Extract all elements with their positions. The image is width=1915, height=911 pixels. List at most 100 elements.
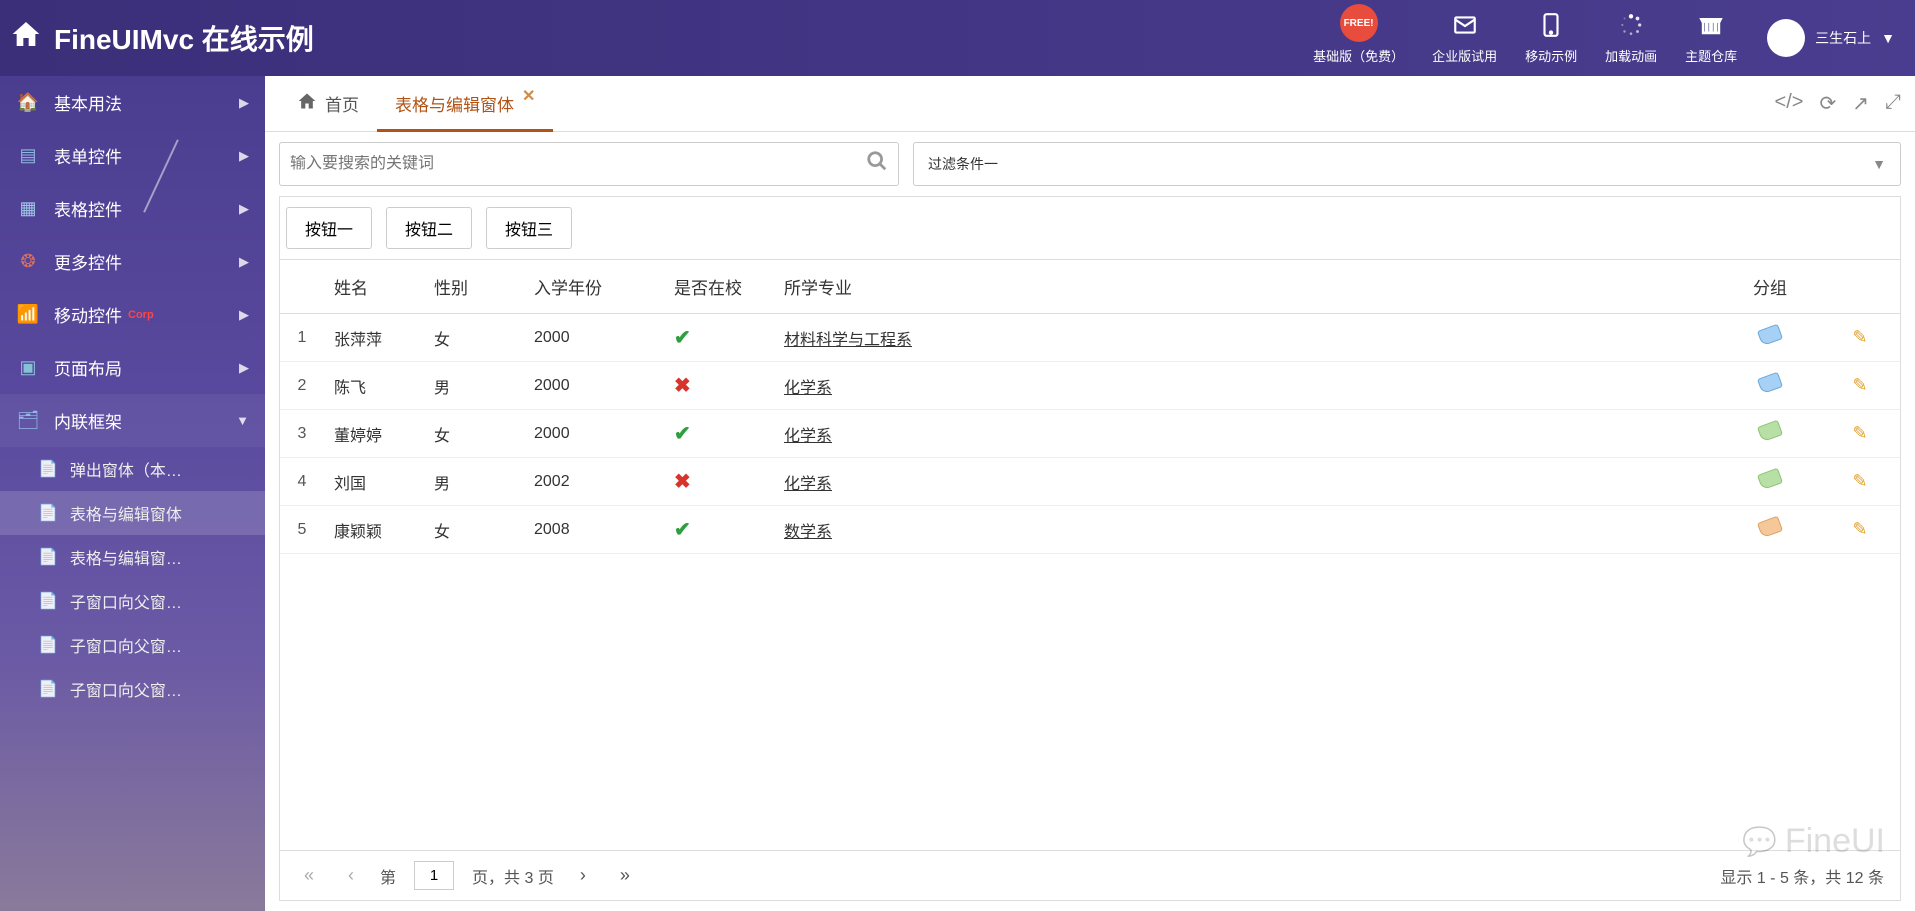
- col-group[interactable]: 分组: [1720, 260, 1820, 314]
- filter-dropdown[interactable]: 过滤条件一 ▼: [913, 142, 1901, 186]
- major-link[interactable]: 化学系: [784, 428, 832, 445]
- table-row[interactable]: 3董婷婷女2000✔化学系✎: [280, 410, 1900, 458]
- major-link[interactable]: 数学系: [784, 524, 832, 541]
- user-menu[interactable]: ☺ 三生石上 ▼: [1767, 19, 1895, 57]
- col-atschool[interactable]: 是否在校: [654, 260, 774, 314]
- cell-edit: ✎: [1820, 362, 1900, 410]
- nav-mobile-demo[interactable]: 移动示例: [1525, 10, 1577, 65]
- sidebar-item-more[interactable]: ❂ 更多控件 ▶: [0, 235, 265, 288]
- subitem-label: 子窗口向父窗…: [70, 677, 182, 701]
- cell-name: 董婷婷: [324, 410, 424, 458]
- nav-basic-free[interactable]: FREE! 基础版（免费）: [1313, 10, 1404, 65]
- close-icon[interactable]: ✕: [522, 86, 535, 106]
- pencil-icon[interactable]: ✎: [1852, 375, 1867, 395]
- col-major[interactable]: 所学专业: [774, 260, 1720, 314]
- sidebar-subitem-child3[interactable]: 📄 子窗口向父窗…: [0, 667, 265, 711]
- code-icon[interactable]: </>: [1775, 91, 1804, 116]
- cell-major: 化学系: [774, 458, 1720, 506]
- cell-atschool: ✔: [654, 506, 774, 554]
- search-input[interactable]: [290, 155, 866, 173]
- button-two[interactable]: 按钮二: [386, 207, 472, 249]
- col-name[interactable]: 姓名: [324, 260, 424, 314]
- pager-last[interactable]: »: [612, 861, 638, 890]
- sidebar-subitem-child1[interactable]: 📄 子窗口向父窗…: [0, 579, 265, 623]
- sidebar-item-iframe[interactable]: 🗂 内联框架 ▼: [0, 394, 265, 447]
- cell-index: 2: [280, 362, 324, 410]
- sidebar-subitem-popup[interactable]: 📄 弹出窗体（本…: [0, 447, 265, 491]
- sidebar-subitem-grid-edit[interactable]: 📄 表格与编辑窗体: [0, 491, 265, 535]
- pager-info: 显示 1 - 5 条，共 12 条: [1720, 864, 1884, 888]
- cell-edit: ✎: [1820, 458, 1900, 506]
- button-one[interactable]: 按钮一: [286, 207, 372, 249]
- cell-major: 数学系: [774, 506, 1720, 554]
- table-row[interactable]: 4刘国男2002✖化学系✎: [280, 458, 1900, 506]
- cell-year: 2008: [524, 506, 654, 554]
- tag-icon[interactable]: [1757, 372, 1783, 395]
- cell-major: 化学系: [774, 362, 1720, 410]
- sidebar-item-layout[interactable]: ▣ 页面布局 ▶: [0, 341, 265, 394]
- button-three[interactable]: 按钮三: [486, 207, 572, 249]
- nav-loading[interactable]: 加载动画: [1605, 10, 1657, 65]
- app-title: FineUIMvc 在线示例: [54, 18, 314, 58]
- app-logo[interactable]: FineUIMvc 在线示例: [10, 18, 314, 58]
- tab-label: 表格与编辑窗体: [395, 91, 514, 116]
- nav-enterprise[interactable]: 企业版试用: [1432, 10, 1497, 65]
- major-link[interactable]: 化学系: [784, 380, 832, 397]
- table-row[interactable]: 1张萍萍女2000✔材料科学与工程系✎: [280, 314, 1900, 362]
- nav-label: 主题仓库: [1685, 46, 1737, 65]
- cell-edit: ✎: [1820, 410, 1900, 458]
- tab-home[interactable]: 首页: [279, 76, 377, 131]
- cell-group: [1720, 458, 1820, 506]
- pencil-icon[interactable]: ✎: [1852, 471, 1867, 491]
- sidebar-subitem-child2[interactable]: 📄 子窗口向父窗…: [0, 623, 265, 667]
- tag-icon[interactable]: [1757, 516, 1783, 539]
- pencil-icon[interactable]: ✎: [1852, 519, 1867, 539]
- sidebar-item-mobile[interactable]: 📶 移动控件 Corp ▶: [0, 288, 265, 341]
- nav-label: 加载动画: [1605, 46, 1657, 65]
- search-icon[interactable]: [866, 150, 888, 178]
- table-row[interactable]: 2陈飞男2000✖化学系✎: [280, 362, 1900, 410]
- pencil-icon[interactable]: ✎: [1852, 327, 1867, 347]
- major-link[interactable]: 材料科学与工程系: [784, 332, 912, 349]
- pager-prev[interactable]: ‹: [340, 861, 362, 890]
- tag-icon[interactable]: [1757, 420, 1783, 443]
- cell-atschool: ✔: [654, 314, 774, 362]
- archive-icon: [1698, 10, 1724, 40]
- col-year[interactable]: 入学年份: [524, 260, 654, 314]
- sidebar-label: 移动控件: [54, 302, 122, 327]
- tag-icon[interactable]: [1757, 324, 1783, 347]
- sidebar-subitem-grid-edit2[interactable]: 📄 表格与编辑窗…: [0, 535, 265, 579]
- refresh-icon[interactable]: ⟳: [1819, 91, 1836, 116]
- cell-year: 2000: [524, 410, 654, 458]
- table-row[interactable]: 5康颖颖女2008✔数学系✎: [280, 506, 1900, 554]
- pager-first[interactable]: «: [296, 861, 322, 890]
- pencil-icon[interactable]: ✎: [1852, 423, 1867, 443]
- pager-current-input[interactable]: [414, 861, 454, 890]
- chevron-right-icon: ▶: [239, 148, 249, 164]
- cell-index: 1: [280, 314, 324, 362]
- pager-next[interactable]: ›: [572, 861, 594, 890]
- chevron-right-icon: ▶: [239, 307, 249, 323]
- nav-theme[interactable]: 主题仓库: [1685, 10, 1737, 65]
- cell-group: [1720, 506, 1820, 554]
- cell-edit: ✎: [1820, 506, 1900, 554]
- share-icon[interactable]: ↗: [1852, 91, 1869, 116]
- pager-prefix: 第: [380, 864, 396, 888]
- sidebar-item-grid[interactable]: ▦ 表格控件 ▶: [0, 182, 265, 235]
- cell-atschool: ✔: [654, 410, 774, 458]
- col-gender[interactable]: 性别: [424, 260, 524, 314]
- corp-badge: Corp: [128, 309, 154, 321]
- tab-grid-edit[interactable]: 表格与编辑窗体 ✕: [377, 76, 553, 131]
- cross-icon: ✖: [674, 375, 691, 397]
- major-link[interactable]: 化学系: [784, 476, 832, 493]
- cell-index: 4: [280, 458, 324, 506]
- file-icon: 📄: [38, 459, 58, 479]
- cell-gender: 女: [424, 506, 524, 554]
- mobile-icon: [1541, 10, 1561, 40]
- expand-icon[interactable]: ⤢: [1885, 91, 1901, 116]
- tag-icon[interactable]: [1757, 468, 1783, 491]
- cell-index: 5: [280, 506, 324, 554]
- sidebar-item-basic[interactable]: 🏠 基本用法 ▶: [0, 76, 265, 129]
- pager-suffix: 页，共 3 页: [472, 864, 554, 888]
- sidebar-item-form[interactable]: ▤ 表单控件 ▶: [0, 129, 265, 182]
